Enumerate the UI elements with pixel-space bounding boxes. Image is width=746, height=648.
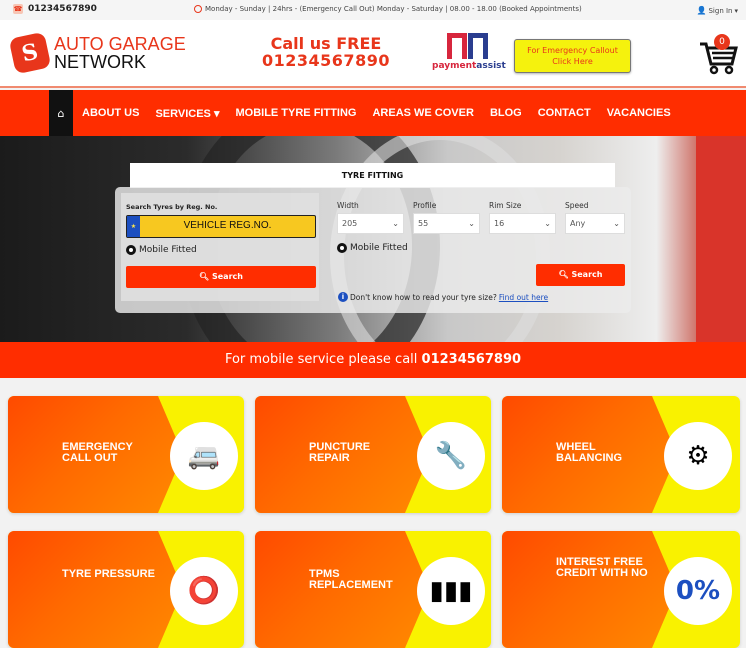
search-button-label: Search — [211, 272, 243, 281]
card-title: PUNCTURE REPAIR — [309, 441, 371, 464]
width-select[interactable]: 205 ⌄ — [337, 213, 404, 234]
payment-assist-mark-icon — [432, 33, 502, 61]
mobile-fitted-label: Mobile Fitted — [139, 245, 197, 255]
repair-kit-icon: 🔧 — [417, 422, 485, 490]
caret-down-icon: ▾ — [734, 6, 738, 15]
home-icon[interactable]: ⌂ — [49, 90, 73, 136]
nav-about-us[interactable]: ABOUT US — [82, 107, 139, 119]
profile-value: 55 — [418, 219, 429, 228]
profile-label: Profile — [413, 201, 437, 210]
tyre-size-help: i Don't know how to read your tyre size? F… — [338, 292, 548, 302]
search-icon: 🔍︎ — [199, 272, 210, 281]
nav-vacancies[interactable]: VACANCIES — [607, 107, 671, 119]
clock-icon — [194, 5, 202, 13]
user-icon: 👤 — [696, 6, 707, 15]
service-card-tpms-replacement[interactable]: TPMS REPLACEMENT ▮▮▮ — [255, 531, 491, 648]
card-title: WHEEL BALANCING — [556, 441, 622, 464]
service-card-interest-free-credit[interactable]: INTEREST FREE CREDIT WITH NO 0% — [502, 531, 740, 648]
call-us-free[interactable]: Call us FREE 01234567890 — [262, 35, 390, 70]
card-title: EMERGENCY CALL OUT — [62, 441, 133, 464]
radio-icon — [126, 245, 136, 255]
mobile-fitted-label: Mobile Fitted — [350, 243, 408, 253]
chevron-down-icon: ⌄ — [392, 219, 399, 228]
service-card-puncture-repair[interactable]: PUNCTURE REPAIR 🔧 — [255, 396, 491, 513]
cart-count-badge: 0 — [714, 34, 730, 50]
emergency-line1: For Emergency Callout — [527, 46, 618, 55]
emergency-callout-button[interactable]: For Emergency Callout Click Here — [514, 39, 631, 73]
logo-line1: AUTO GARAGE — [54, 34, 186, 54]
width-label: Width — [337, 201, 359, 210]
callbar-text: For mobile service please call — [224, 352, 422, 367]
chevron-down-icon: ⌄ — [544, 219, 551, 228]
service-card-wheel-balancing[interactable]: WHEEL BALANCING ⚙ — [502, 396, 740, 513]
site-logo[interactable]: S AUTO GARAGE NETWORK — [8, 31, 186, 75]
payment-assist-text: paymentassist — [432, 61, 506, 71]
speed-label: Speed — [565, 201, 589, 210]
speed-value: Any — [570, 219, 586, 228]
tab-tyre-fitting[interactable]: TYRE FITTING — [130, 163, 615, 188]
site-header: S AUTO GARAGE NETWORK Call us FREE 0123456… — [0, 20, 746, 88]
rim-size-select[interactable]: 16 ⌄ — [489, 213, 556, 234]
info-icon: i — [338, 292, 348, 302]
main-nav: ⌂ ABOUT US SERVICES ▾ MOBILE TYRE FITTIN… — [0, 90, 746, 136]
find-out-here-link[interactable]: Find out here — [499, 293, 548, 302]
mobile-fitted-radio-size[interactable]: Mobile Fitted — [337, 243, 408, 253]
logo-line2: NETWORK — [54, 52, 146, 72]
service-card-tyre-pressure[interactable]: TYRE PRESSURE ⭕ — [8, 531, 244, 648]
payment-assist-logo[interactable]: paymentassist — [432, 33, 506, 71]
nav-contact[interactable]: CONTACT — [538, 107, 591, 119]
tyre-icon: ⭕ — [170, 557, 238, 625]
top-bar: ☎ 01234567890 Monday - Sunday | 24hrs - (… — [0, 0, 746, 20]
reg-number-input[interactable]: ★ VEHICLE REG.NO. — [126, 215, 316, 238]
chevron-down-icon: ⌄ — [468, 219, 475, 228]
card-title: TPMS REPLACEMENT — [309, 568, 393, 591]
speed-select[interactable]: Any ⌄ — [565, 213, 625, 234]
cart-button[interactable]: 0 — [698, 34, 740, 76]
reg-search-label: Search Tyres by Reg. No. — [126, 203, 218, 211]
rim-size-value: 16 — [494, 219, 505, 228]
nav-services[interactable]: SERVICES ▾ — [155, 107, 219, 120]
help-text: Don't know how to read your tyre size? — [350, 292, 497, 302]
size-search-button[interactable]: 🔍︎ Search — [536, 264, 625, 286]
top-phone[interactable]: ☎ 01234567890 — [13, 4, 97, 14]
reg-search-button[interactable]: 🔍︎ Search — [126, 266, 316, 288]
nav-blog[interactable]: BLOG — [490, 107, 522, 119]
top-phone-number: 01234567890 — [28, 4, 97, 14]
reg-search: Search Tyres by Reg. No. ★ VEHICLE REG.NO… — [121, 193, 319, 301]
service-card-emergency-call-out[interactable]: EMERGENCY CALL OUT 🚐 — [8, 396, 244, 513]
nav-mobile-tyre-fitting[interactable]: MOBILE TYRE FITTING — [235, 107, 356, 119]
card-title: INTEREST FREE CREDIT WITH NO — [556, 556, 648, 579]
call-us-number: 01234567890 — [262, 50, 390, 70]
logo-mark-icon: S — [8, 31, 52, 75]
mobile-fitted-radio-reg[interactable]: Mobile Fitted — [126, 245, 197, 255]
search-icon: 🔍︎ — [558, 270, 569, 279]
phone-icon: ☎ — [13, 4, 23, 14]
balancer-icon: ⚙ — [664, 422, 732, 490]
sign-in-label: Sign In — [708, 6, 733, 15]
width-value: 205 — [342, 219, 358, 228]
callbar-phone[interactable]: 01234567890 — [422, 352, 522, 367]
hours-text: Monday - Sunday | 24hrs - (Emergency Cal… — [205, 5, 582, 13]
nav-areas-we-cover[interactable]: AREAS WE COVER — [372, 107, 473, 119]
radio-icon — [337, 243, 347, 253]
zero-percent-icon: 0% — [664, 557, 732, 625]
profile-select[interactable]: 55 ⌄ — [413, 213, 480, 234]
sign-in-dropdown[interactable]: 👤 Sign In ▾ — [697, 6, 738, 15]
van-icon: 🚐 — [170, 422, 238, 490]
emergency-line2: Click Here — [552, 57, 593, 66]
size-selectors: Width 205 ⌄ Profile 55 ⌄ Rim Size 16 ⌄ Speed An… — [337, 201, 625, 234]
service-cards: EMERGENCY CALL OUT 🚐 PUNCTURE REPAIR 🔧 WHE… — [8, 396, 740, 648]
mobile-service-bar: For mobile service please call 012345678… — [0, 342, 746, 378]
search-button-label: Search — [571, 270, 603, 279]
hero-mechanic-graphic — [696, 136, 746, 342]
rim-size-label: Rim Size — [489, 201, 522, 210]
chevron-down-icon: ⌄ — [613, 219, 620, 228]
eu-flag-icon: ★ — [127, 216, 140, 237]
valve-icon: ▮▮▮ — [417, 557, 485, 625]
tyre-search-panel: Search Tyres by Reg. No. ★ VEHICLE REG.NO… — [115, 187, 631, 313]
card-title: TYRE PRESSURE — [62, 568, 155, 580]
reg-number-placeholder: VEHICLE REG.NO. — [183, 220, 272, 231]
opening-hours: Monday - Sunday | 24hrs - (Emergency Cal… — [194, 5, 582, 13]
